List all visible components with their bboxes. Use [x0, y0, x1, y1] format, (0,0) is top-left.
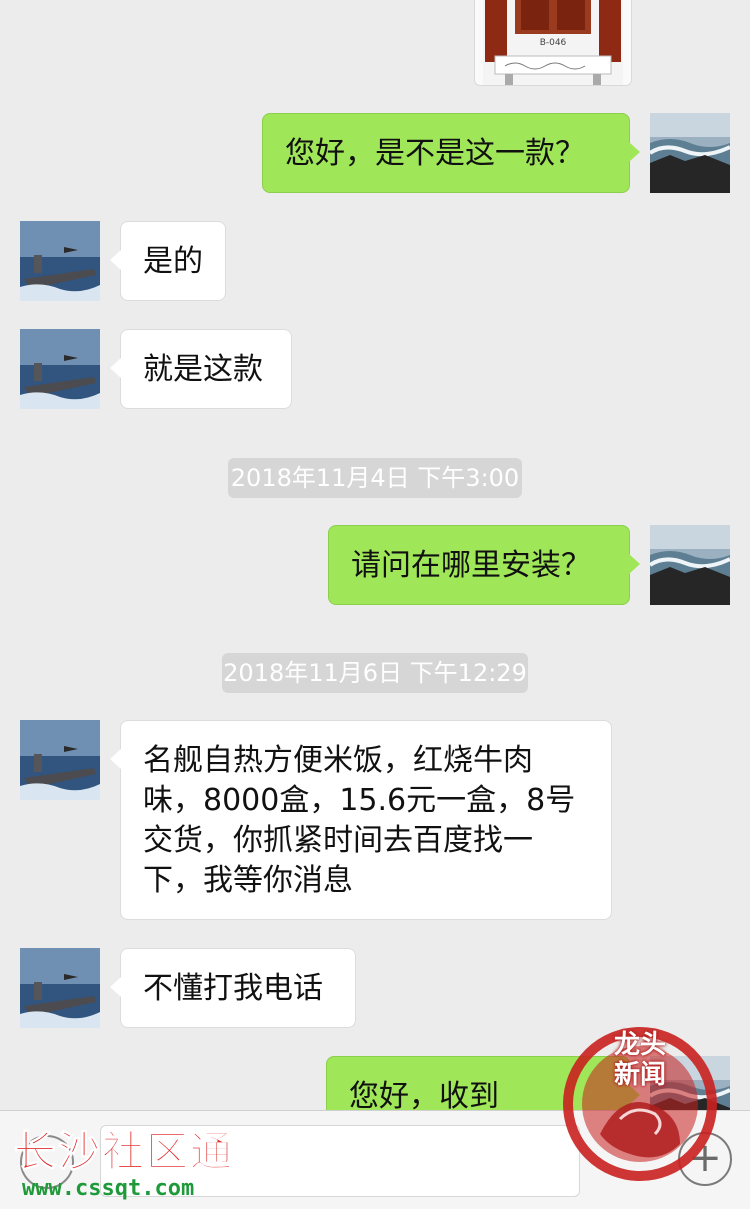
seal-line: 新闻 — [613, 1060, 666, 1090]
contact-avatar[interactable] — [20, 948, 100, 1028]
timestamp: 2018年11月4日 下午3:00 — [228, 458, 522, 498]
my-avatar[interactable] — [650, 113, 730, 193]
timestamp: 2018年11月6日 下午12:29 — [222, 653, 528, 693]
contact-avatar[interactable] — [20, 329, 100, 409]
message-text: 您好，收到 — [349, 1079, 499, 1110]
seascape-avatar-icon — [650, 113, 730, 193]
door-image-message[interactable]: B-046 — [474, 0, 632, 86]
aircraft-carrier-avatar-icon — [20, 720, 100, 800]
message-text: 您好，是不是这一款？ — [285, 136, 585, 171]
site-watermark: 长沙社区通 www.cssqt.com — [13, 1127, 235, 1202]
aircraft-carrier-avatar-icon — [20, 221, 100, 301]
message-text: 是的 — [143, 244, 203, 279]
chat-area[interactable]: B-046 您好，是不是这一款？ 是的 就是这款 2018年11月4日 下午3:… — [0, 0, 750, 1110]
message-bubble-incoming[interactable]: 就是这款 — [110, 329, 292, 409]
seal-line: 龙头 — [613, 1030, 666, 1060]
message-bubble-incoming[interactable]: 名舰自热方便米饭，红烧牛肉 味，8000盒，15.6元一盒，8号 交货，你抓紧时… — [110, 720, 612, 920]
message-text-line: 名舰自热方便米饭，红烧牛肉 — [143, 743, 533, 778]
message-text: 就是这款 — [143, 352, 263, 387]
message-text-line: 交货，你抓紧时间去百度找一 — [143, 823, 533, 858]
message-text-line: 下，我等你消息 — [143, 863, 353, 898]
contact-avatar[interactable] — [20, 221, 100, 301]
message-text: 请问在哪里安装？ — [351, 548, 591, 583]
message-text: 不懂打我电话 — [143, 971, 323, 1006]
message-bubble-outgoing[interactable]: 您好，是不是这一款？ — [262, 113, 640, 193]
message-bubble-incoming[interactable]: 是的 — [110, 221, 226, 301]
site-url: www.cssqt.com — [22, 1176, 195, 1201]
site-name: 长沙社区通 — [13, 1127, 235, 1176]
message-text-line: 味，8000盒，15.6元一盒，8号 — [143, 783, 576, 818]
aircraft-carrier-avatar-icon — [20, 329, 100, 409]
contact-avatar[interactable] — [20, 720, 100, 800]
image-label: B-046 — [539, 38, 567, 48]
aircraft-carrier-avatar-icon — [20, 948, 100, 1028]
seascape-avatar-icon — [650, 525, 730, 605]
message-bubble-outgoing[interactable]: 请问在哪里安装？ — [328, 525, 640, 605]
message-bubble-incoming[interactable]: 不懂打我电话 — [110, 948, 356, 1028]
seal-text: 龙头 新闻 — [600, 1030, 680, 1090]
my-avatar[interactable] — [650, 525, 730, 605]
